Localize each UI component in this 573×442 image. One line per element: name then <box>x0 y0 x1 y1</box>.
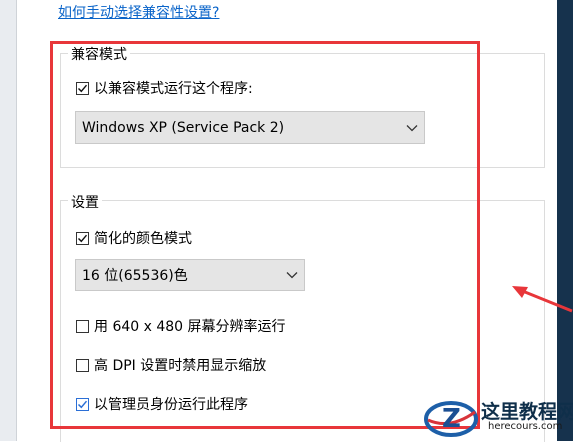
chevron-down-icon <box>400 112 424 143</box>
run-640x480-label: 用 640 x 480 屏幕分辨率运行 <box>94 319 286 335</box>
checkmark-icon <box>78 234 88 242</box>
compat-mode-checkbox[interactable] <box>76 81 89 95</box>
disable-dpi-scaling-checkbox-row[interactable]: 高 DPI 设置时禁用显示缩放 <box>76 355 266 375</box>
window-edge <box>0 0 16 441</box>
compat-mode-checkbox-row[interactable]: 以兼容模式运行这个程序: <box>76 78 253 98</box>
background-edge <box>557 0 573 441</box>
run-640x480-checkbox-row[interactable]: 用 640 x 480 屏幕分辨率运行 <box>76 316 286 336</box>
checkmark-icon <box>78 84 88 92</box>
compat-mode-group-title: 兼容模式 <box>68 44 130 64</box>
disable-dpi-scaling-checkbox[interactable] <box>76 358 89 372</box>
color-mode-select-value: 16 位(65536)色 <box>82 268 188 284</box>
run-640x480-checkbox[interactable] <box>76 319 89 333</box>
run-as-admin-label: 以管理员身份运行此程序 <box>94 397 248 413</box>
compatibility-help-link[interactable]: 如何手动选择兼容性设置? <box>58 2 219 22</box>
watermark: Z 这里教程网 herecours.com <box>420 394 573 441</box>
watermark-url: herecours.com <box>488 421 563 432</box>
compat-mode-checkbox-label: 以兼容模式运行这个程序: <box>94 81 253 97</box>
reduced-color-checkbox-row[interactable]: 简化的颜色模式 <box>76 228 192 248</box>
settings-group-title: 设置 <box>68 192 102 212</box>
os-version-select-value: Windows XP (Service Pack 2) <box>82 119 285 136</box>
os-version-select[interactable]: Windows XP (Service Pack 2) <box>75 111 425 144</box>
reduced-color-label: 简化的颜色模式 <box>94 231 192 247</box>
reduced-color-checkbox[interactable] <box>76 231 89 245</box>
run-as-admin-checkbox[interactable] <box>76 397 89 411</box>
color-mode-select[interactable]: 16 位(65536)色 <box>75 259 305 291</box>
watermark-title: 这里教程网 <box>481 401 573 423</box>
disable-dpi-scaling-label: 高 DPI 设置时禁用显示缩放 <box>94 358 267 374</box>
watermark-logo-icon: Z <box>424 401 478 437</box>
checkmark-icon <box>77 400 88 408</box>
red-arrow-icon <box>512 286 573 313</box>
chevron-down-icon <box>280 260 304 290</box>
watermark-logo-letter: Z <box>442 404 461 434</box>
run-as-admin-checkbox-row[interactable]: 以管理员身份运行此程序 <box>76 394 248 414</box>
